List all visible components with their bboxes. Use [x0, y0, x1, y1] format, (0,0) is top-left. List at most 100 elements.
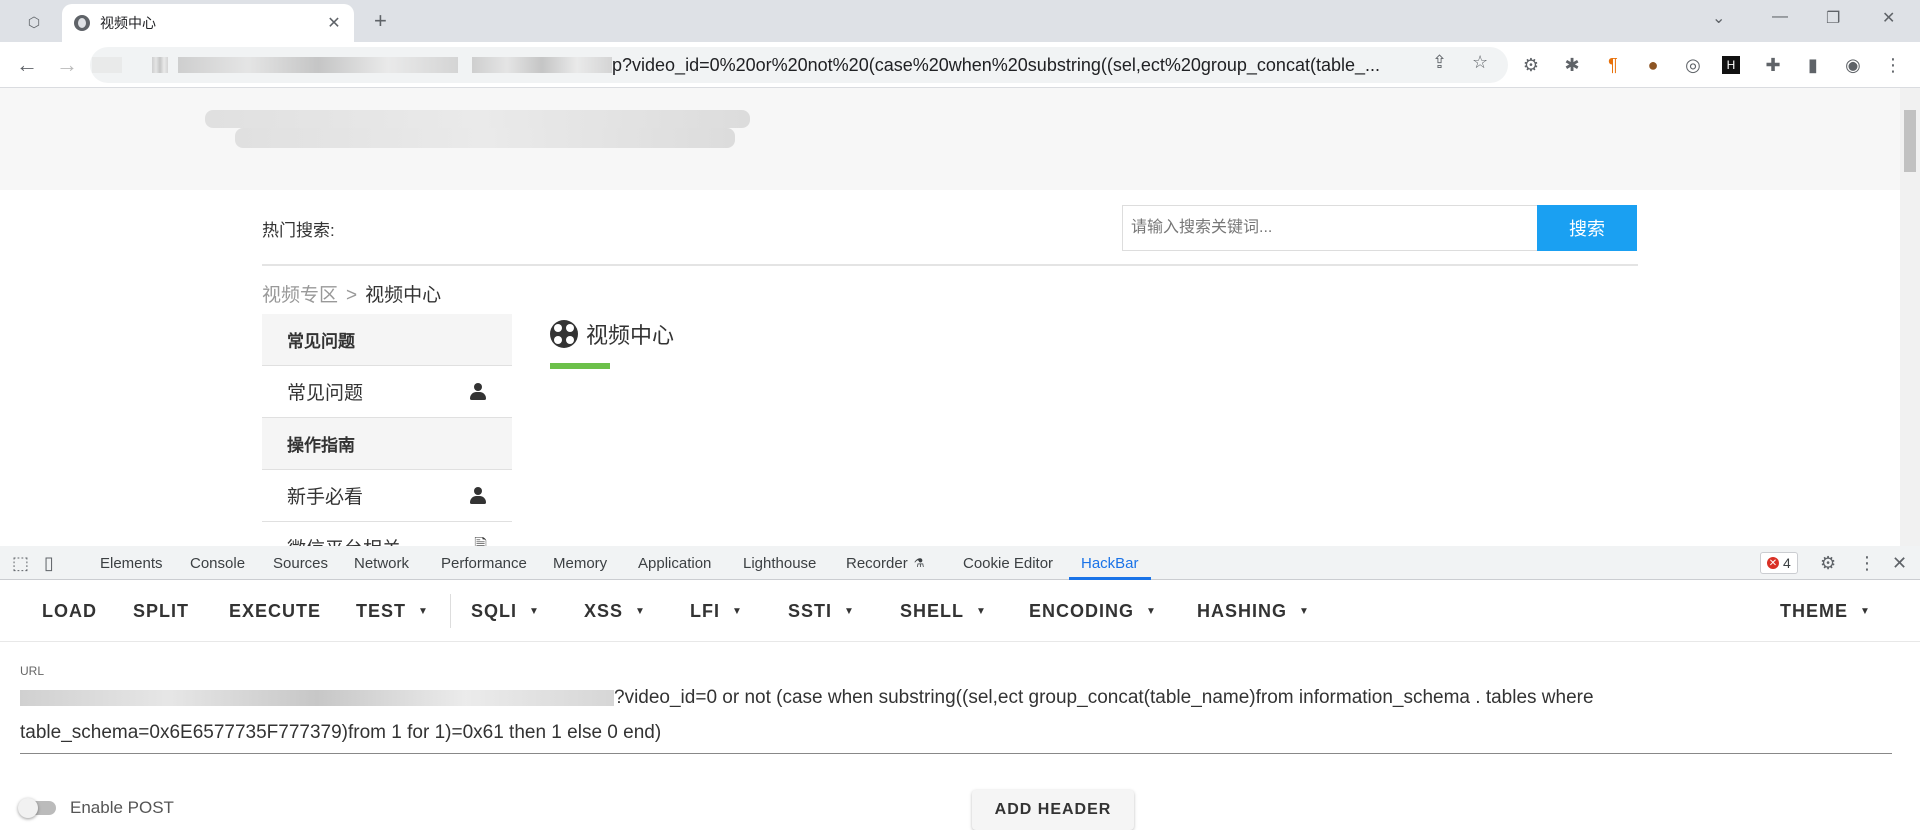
video-list-panel	[550, 363, 1637, 425]
side-panel-icon[interactable]: ▮	[1802, 54, 1824, 76]
document-icon: 🗎	[474, 537, 487, 546]
restore-icon[interactable]: ❐	[1826, 8, 1840, 28]
device-toolbar-icon[interactable]: ▯	[44, 553, 54, 574]
settings-gear-icon[interactable]: ⚙	[1820, 553, 1836, 574]
tab-network[interactable]: Network	[354, 546, 409, 580]
hackbar-test-dropdown[interactable]: TEST ▼	[356, 580, 429, 642]
globe-icon	[74, 15, 90, 31]
gear-extension-icon[interactable]: ⚙	[1520, 54, 1542, 76]
tab-cookie-editor[interactable]: Cookie Editor	[963, 546, 1053, 580]
back-icon[interactable]: ←	[16, 52, 38, 78]
hackbar-ssti-dropdown[interactable]: SSTI ▼	[788, 580, 855, 642]
hackbar-hashing-label: HASHING	[1197, 600, 1288, 621]
tab-application[interactable]: Application	[638, 546, 711, 580]
caret-down-icon: ▼	[976, 605, 987, 617]
hackbar-sqli-dropdown[interactable]: SQLI ▼	[471, 580, 540, 642]
new-tab-icon[interactable]: +	[374, 8, 387, 34]
scrollbar-thumb[interactable]	[1904, 110, 1916, 172]
hackbar-theme-dropdown[interactable]: THEME ▼	[1780, 580, 1871, 642]
toggle-switch[interactable]	[18, 798, 56, 818]
site-info-icon[interactable]	[152, 57, 168, 73]
browser-tab-strip: ⬡ 视频中心 ✕ + ⌄ — ❐ ✕	[0, 0, 1920, 42]
browser-menu-icon[interactable]: ⋮	[1882, 54, 1904, 76]
breadcrumb: 视频专区 > 视频中心	[262, 280, 441, 307]
tab-lighthouse[interactable]: Lighthouse	[743, 546, 816, 580]
hackbar-url-input[interactable]: ?video_id=0 or not (case when substring(…	[20, 680, 1892, 754]
hackbar-shell-label: SHELL	[900, 600, 965, 621]
inspect-element-icon[interactable]: ⬚	[12, 553, 29, 574]
tab-sources[interactable]: Sources	[273, 546, 328, 580]
add-header-button[interactable]: ADD HEADER	[972, 790, 1134, 830]
hackbar-encoding-dropdown[interactable]: ENCODING ▼	[1029, 580, 1157, 642]
share-icon[interactable]: ⇪	[1432, 52, 1447, 73]
devtools-panel: ⬚ ▯ Elements Console Sources Network Per…	[0, 546, 1920, 830]
pilcrow-extension-icon[interactable]: ¶	[1602, 54, 1624, 76]
hackbar-execute-button[interactable]: EXECUTE	[229, 580, 321, 642]
bug-extension-icon[interactable]: ✱	[1561, 54, 1583, 76]
tab-list-chevron-icon[interactable]: ⌄	[1712, 8, 1725, 28]
redacted-url	[178, 57, 458, 73]
section-title-text: 视频中心	[586, 323, 675, 348]
caret-down-icon: ▼	[529, 605, 540, 617]
caret-down-icon: ▼	[732, 605, 743, 617]
bookmark-star-icon[interactable]: ☆	[1472, 52, 1488, 73]
address-bar[interactable]: p?video_id=0%20or%20not%20(case%20when%2…	[90, 47, 1508, 83]
browser-tab[interactable]: 视频中心 ✕	[62, 4, 354, 42]
breadcrumb-parent[interactable]: 视频专区	[262, 285, 338, 306]
hackbar-split-button[interactable]: SPLIT	[133, 580, 189, 642]
sidebar-item-wechat[interactable]: 微信平台相关 🗎	[262, 522, 512, 546]
sidebar-item-faq[interactable]: 常见问题	[262, 366, 512, 418]
hackbar-xss-dropdown[interactable]: XSS ▼	[584, 580, 646, 642]
circle-extension-icon[interactable]: ◎	[1682, 54, 1704, 76]
error-count-badge[interactable]: ✕ 4	[1760, 552, 1798, 574]
caret-down-icon: ▼	[1146, 605, 1157, 617]
tab-memory[interactable]: Memory	[553, 546, 607, 580]
hackbar-shell-dropdown[interactable]: SHELL ▼	[900, 580, 987, 642]
divider	[262, 264, 1638, 266]
devtools-close-icon[interactable]: ✕	[1892, 553, 1907, 574]
redacted-logo	[205, 110, 750, 128]
sidebar-group-title: 常见问题	[262, 314, 512, 366]
hackbar-extension-icon[interactable]: H	[1722, 56, 1740, 74]
section-title: 视频中心	[550, 318, 674, 350]
hackbar-theme-label: THEME	[1780, 600, 1848, 621]
puzzle-extensions-icon[interactable]: ✚	[1762, 54, 1784, 76]
forward-icon[interactable]: →	[56, 52, 78, 78]
sidebar-group-title: 操作指南	[262, 418, 512, 470]
hackbar-lfi-label: LFI	[690, 600, 720, 621]
redacted-url	[20, 689, 614, 706]
hackbar-url-label: URL	[20, 664, 45, 678]
tab-elements[interactable]: Elements	[100, 546, 163, 580]
hackbar-hashing-dropdown[interactable]: HASHING ▼	[1197, 580, 1310, 642]
redacted-url	[92, 57, 122, 73]
tab-performance[interactable]: Performance	[441, 546, 527, 580]
caret-down-icon: ▼	[844, 605, 855, 617]
tab-search-icon[interactable]: ⬡	[20, 10, 48, 34]
window-close-icon[interactable]: ✕	[1882, 8, 1895, 28]
tab-hackbar[interactable]: HackBar	[1069, 546, 1150, 580]
caret-down-icon: ▼	[1299, 605, 1310, 617]
devtools-menu-icon[interactable]: ⋮	[1858, 553, 1876, 574]
hot-search-label: 热门搜索:	[262, 221, 335, 240]
breadcrumb-separator: >	[346, 285, 358, 306]
hackbar-lfi-dropdown[interactable]: LFI ▼	[690, 580, 743, 642]
hackbar-sqli-label: SQLI	[471, 600, 518, 621]
page-scrollbar[interactable]	[1900, 88, 1920, 546]
title-underline	[550, 363, 610, 369]
site-header	[0, 88, 1900, 190]
search-input[interactable]	[1122, 205, 1538, 251]
hackbar-load-button[interactable]: LOAD	[42, 580, 97, 642]
tab-recorder[interactable]: Recorder ⚗	[846, 546, 924, 580]
tab-console[interactable]: Console	[190, 546, 245, 580]
minimize-icon[interactable]: —	[1772, 8, 1788, 26]
tab-close-icon[interactable]: ✕	[326, 13, 342, 33]
enable-post-toggle[interactable]: Enable POST	[18, 798, 174, 818]
search-button[interactable]: 搜索	[1537, 205, 1637, 251]
sidebar-item-label: 微信平台相关	[287, 534, 401, 546]
sidebar-item-beginner[interactable]: 新手必看	[262, 470, 512, 522]
profile-avatar-icon[interactable]: ◉	[1842, 54, 1864, 76]
cookie-extension-icon[interactable]: ●	[1642, 54, 1664, 76]
breadcrumb-current: 视频中心	[365, 285, 442, 306]
film-reel-icon	[550, 320, 578, 348]
error-count: 4	[1783, 555, 1791, 571]
